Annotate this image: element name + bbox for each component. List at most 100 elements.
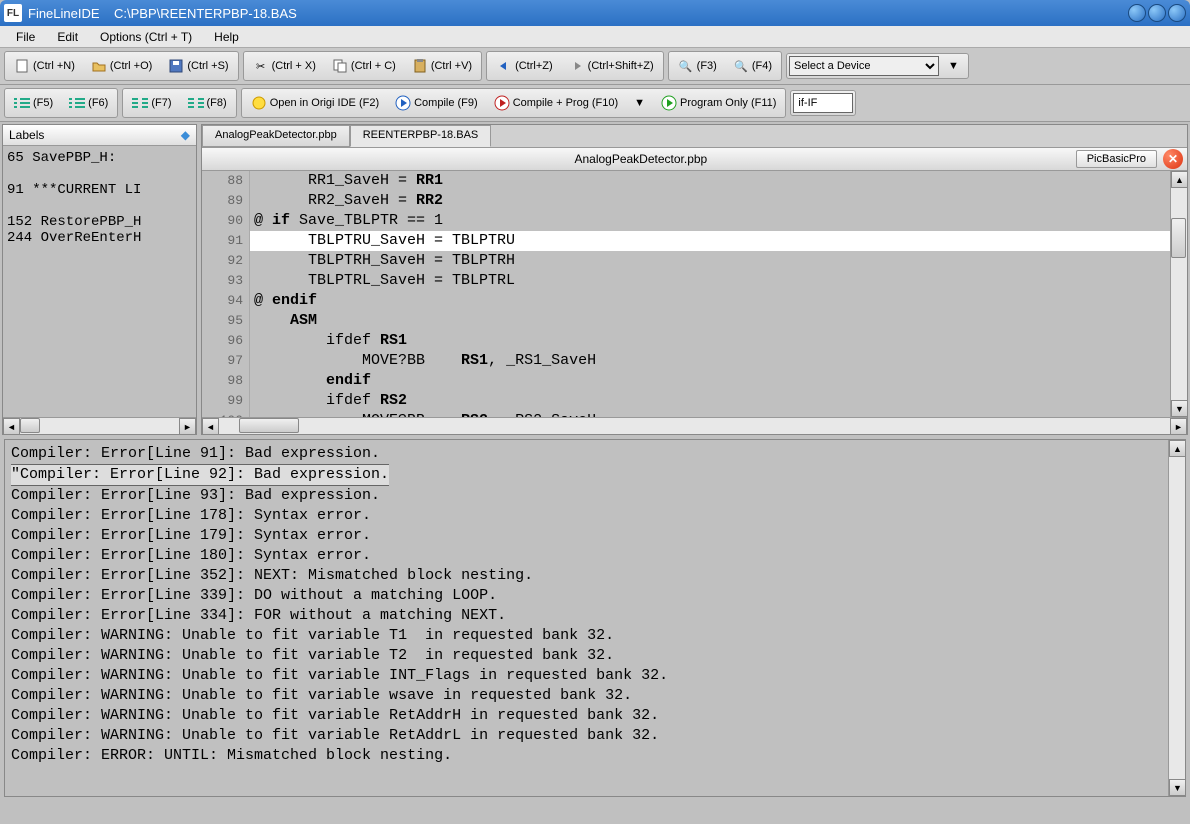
workspace: Labels ◆ 65 SavePBP_H: 91 ***CURRENT LI … <box>0 122 1190 437</box>
menubar: File Edit Options (Ctrl + T) Help <box>0 26 1190 48</box>
program-only-button[interactable]: Program Only (F11) <box>654 91 783 115</box>
scissors-icon: ✂ <box>253 58 269 74</box>
search-next-icon: 🔍 <box>733 58 749 74</box>
new-button[interactable]: (Ctrl +N) <box>7 54 82 78</box>
code-line[interactable]: ASM <box>250 311 1170 331</box>
outdent-f7-button[interactable]: (F7) <box>125 91 178 115</box>
copy-button[interactable]: (Ctrl + C) <box>325 54 403 78</box>
indent-f6-button[interactable]: (F6) <box>62 91 115 115</box>
output-line[interactable]: Compiler: WARNING: Unable to fit variabl… <box>11 706 1162 726</box>
paste-button[interactable]: (Ctrl +V) <box>405 54 479 78</box>
compile-prog-button[interactable]: Compile + Prog (F10) <box>487 91 625 115</box>
code-line[interactable]: @ endif <box>250 291 1170 311</box>
compile-button[interactable]: Compile (F9) <box>388 91 485 115</box>
output-line[interactable]: Compiler: Error[Line 180]: Syntax error. <box>11 546 1162 566</box>
output-line[interactable]: Compiler: ERROR: UNTIL: Mismatched block… <box>11 746 1162 766</box>
dropdown-arrow[interactable]: ▼ <box>627 93 652 113</box>
device-select[interactable]: Select a Device <box>789 56 939 76</box>
window-controls <box>1128 4 1186 22</box>
sun-icon <box>251 95 267 111</box>
editor-close-button[interactable]: ✕ <box>1163 149 1183 169</box>
new-file-icon <box>14 58 30 74</box>
scroll-up-icon[interactable]: ▲ <box>1171 171 1187 188</box>
toolbar-row-1: (Ctrl +N) (Ctrl +O) (Ctrl +S) ✂(Ctrl + X… <box>0 48 1190 85</box>
scroll-left-icon[interactable]: ◄ <box>202 418 219 435</box>
maximize-icon[interactable] <box>1148 4 1166 22</box>
quick-text-input[interactable] <box>793 93 853 113</box>
output-scrollbar-v[interactable]: ▲ ▼ <box>1168 440 1185 796</box>
output-line[interactable]: Compiler: WARNING: Unable to fit variabl… <box>11 686 1162 706</box>
code-line[interactable]: @ if Save_TBLPTR == 1 <box>250 211 1170 231</box>
device-dropdown-icon[interactable]: ▼ <box>941 56 966 76</box>
code-lines[interactable]: RR1_SaveH = RR1 RR2_SaveH = RR2@ if Save… <box>250 171 1170 417</box>
output-line[interactable]: Compiler: WARNING: Unable to fit variabl… <box>11 666 1162 686</box>
menu-file[interactable]: File <box>6 28 45 46</box>
code-line[interactable]: endif <box>250 371 1170 391</box>
editor-scrollbar-v[interactable]: ▲ ▼ <box>1170 171 1187 417</box>
scroll-right-icon[interactable]: ► <box>179 418 196 435</box>
scroll-up-icon[interactable]: ▲ <box>1169 440 1186 457</box>
undo-button[interactable]: (Ctrl+Z) <box>489 54 560 78</box>
output-body[interactable]: Compiler: Error[Line 91]: Bad expression… <box>5 440 1168 796</box>
language-button[interactable]: PicBasicPro <box>1076 150 1157 168</box>
menu-edit[interactable]: Edit <box>47 28 88 46</box>
clipboard-icon <box>412 58 428 74</box>
labels-panel: Labels ◆ 65 SavePBP_H: 91 ***CURRENT LI … <box>2 124 197 435</box>
indent-f5-button[interactable]: (F5) <box>7 91 60 115</box>
output-line[interactable]: Compiler: Error[Line 93]: Bad expression… <box>11 486 1162 506</box>
gutter: 888990919293949596979899100 <box>202 171 250 417</box>
editor-scrollbar-h[interactable]: ◄ ► <box>202 417 1187 434</box>
labels-header-text: Labels <box>9 128 44 142</box>
code-line[interactable]: TBLPTRU_SaveH = TBLPTRU <box>250 231 1170 251</box>
scroll-down-icon[interactable]: ▼ <box>1171 400 1187 417</box>
menu-help[interactable]: Help <box>204 28 249 46</box>
code-line[interactable]: MOVE?BB RS1, _RS1_SaveH <box>250 351 1170 371</box>
play-green-icon <box>661 95 677 111</box>
code-line[interactable]: RR2_SaveH = RR2 <box>250 191 1170 211</box>
code-line[interactable]: ifdef RS1 <box>250 331 1170 351</box>
labels-header[interactable]: Labels ◆ <box>3 125 196 146</box>
redo-button[interactable]: (Ctrl+Shift+Z) <box>562 54 661 78</box>
menu-options[interactable]: Options (Ctrl + T) <box>90 28 202 46</box>
output-line[interactable]: Compiler: Error[Line 339]: DO without a … <box>11 586 1162 606</box>
cut-button[interactable]: ✂(Ctrl + X) <box>246 54 323 78</box>
chevron-down-icon: ▼ <box>634 97 645 109</box>
labels-scrollbar-h[interactable]: ◄ ► <box>3 417 196 434</box>
minimize-icon[interactable] <box>1128 4 1146 22</box>
search-icon: 🔍 <box>678 58 694 74</box>
code-line[interactable]: ifdef RS2 <box>250 391 1170 411</box>
open-origi-button[interactable]: Open in Origi IDE (F2) <box>244 91 386 115</box>
scroll-down-icon[interactable]: ▼ <box>1169 779 1186 796</box>
diamond-icon: ◆ <box>181 128 190 142</box>
scroll-left-icon[interactable]: ◄ <box>3 418 20 435</box>
app-title: FineLineIDE C:\PBP\REENTERPBP-18.BAS <box>28 6 297 21</box>
outdent-icon <box>188 95 204 111</box>
scroll-right-icon[interactable]: ► <box>1170 418 1187 435</box>
close-icon[interactable] <box>1168 4 1186 22</box>
output-line[interactable]: Compiler: Error[Line 334]: FOR without a… <box>11 606 1162 626</box>
output-line[interactable]: Compiler: WARNING: Unable to fit variabl… <box>11 626 1162 646</box>
outdent-f8-button[interactable]: (F8) <box>181 91 234 115</box>
code-line[interactable]: TBLPTRL_SaveH = TBLPTRL <box>250 271 1170 291</box>
output-line[interactable]: Compiler: Error[Line 178]: Syntax error. <box>11 506 1162 526</box>
find-button[interactable]: 🔍(F3) <box>671 54 724 78</box>
app-icon: FL <box>4 4 22 22</box>
output-line[interactable]: Compiler: WARNING: Unable to fit variabl… <box>11 726 1162 746</box>
labels-list[interactable]: 65 SavePBP_H: 91 ***CURRENT LI 152 Resto… <box>3 146 196 417</box>
editor-filename: AnalogPeakDetector.pbp <box>206 152 1076 166</box>
editor-tabs: AnalogPeakDetector.pbpREENTERPBP-18.BAS <box>202 125 1187 147</box>
output-line[interactable]: Compiler: WARNING: Unable to fit variabl… <box>11 646 1162 666</box>
find-next-button[interactable]: 🔍(F4) <box>726 54 779 78</box>
output-line[interactable]: Compiler: Error[Line 179]: Syntax error. <box>11 526 1162 546</box>
open-button[interactable]: (Ctrl +O) <box>84 54 159 78</box>
output-line[interactable]: Compiler: Error[Line 91]: Bad expression… <box>11 444 1162 464</box>
save-button[interactable]: (Ctrl +S) <box>161 54 235 78</box>
output-line[interactable]: "Compiler: Error[Line 92]: Bad expressio… <box>11 464 1162 486</box>
save-icon <box>168 58 184 74</box>
code-line[interactable]: TBLPTRH_SaveH = TBLPTRH <box>250 251 1170 271</box>
output-line[interactable]: Compiler: Error[Line 352]: NEXT: Mismatc… <box>11 566 1162 586</box>
code-area[interactable]: 888990919293949596979899100 RR1_SaveH = … <box>202 171 1187 417</box>
code-line[interactable]: RR1_SaveH = RR1 <box>250 171 1170 191</box>
tab-reenterpbp-18-bas[interactable]: REENTERPBP-18.BAS <box>350 125 492 147</box>
tab-analogpeakdetector-pbp[interactable]: AnalogPeakDetector.pbp <box>202 125 350 147</box>
